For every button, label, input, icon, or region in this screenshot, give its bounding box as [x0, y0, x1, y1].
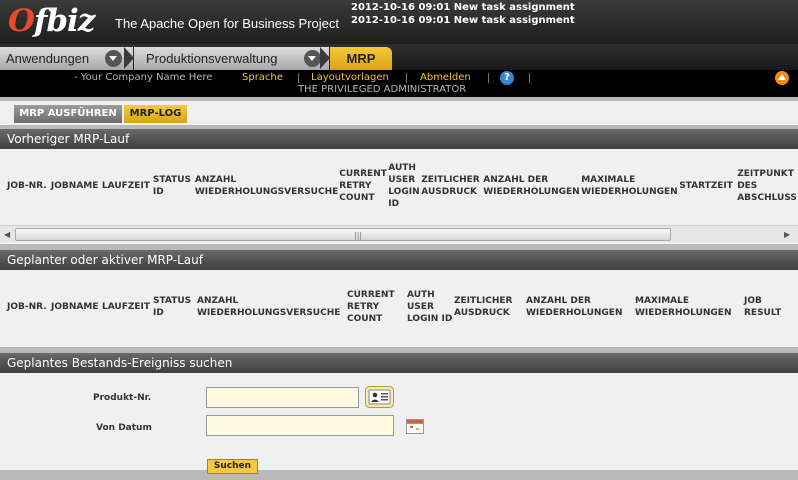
search-button[interactable]: Suchen — [207, 459, 258, 474]
column-header: MAXIMALE WIEDERHOLUNGEN — [581, 175, 678, 197]
column-header: CURRENT RETRY COUNT — [347, 290, 395, 324]
company-name: - Your Company Name Here — [74, 72, 213, 83]
column-header: LAUFZEIT — [102, 302, 151, 312]
calendar-icon[interactable] — [405, 417, 425, 438]
column-header: MAXIMALE WIEDERHOLUNGEN — [635, 296, 732, 318]
column-header: JOB-NR. — [7, 181, 47, 191]
screenlet-title: Geplantes Bestands-Ereigniss suchen — [0, 353, 798, 373]
from-date-input[interactable] — [206, 415, 394, 436]
table-header-row: JOB-NR. JOBNAME LAUFZEIT STATUS ID ANZAH… — [7, 155, 798, 217]
column-header: JOB RESULT — [744, 296, 782, 318]
user-bar: - Your Company Name Here Sprache Layoutv… — [0, 70, 798, 97]
column-header: AUTH USER LOGIN ID — [407, 290, 453, 324]
product-lookup-icon[interactable] — [365, 386, 394, 411]
scroll-left-icon[interactable]: ◀ — [4, 230, 10, 239]
layout-link[interactable]: Layoutvorlagen — [311, 71, 389, 84]
divider — [529, 73, 530, 83]
main-content: MRP AUSFÜHREN MRP-LOG Vorheriger MRP-Lau… — [0, 97, 798, 480]
help-icon[interactable]: ? — [500, 71, 514, 85]
column-header: ZEITLICHER AUSDRUCK — [421, 175, 480, 197]
scheduled-mrp-table: JOB-NR. JOBNAME LAUFZEIT STATUS ID ANZAH… — [7, 276, 789, 338]
column-header: JOBNAME — [51, 302, 99, 312]
screenlet-body: JOB-NR. JOBNAME LAUFZEIT STATUS ID ANZAH… — [0, 270, 798, 347]
previous-mrp-table: JOB-NR. JOBNAME LAUFZEIT STATUS ID ANZAH… — [7, 155, 798, 217]
divider — [488, 73, 489, 83]
search-events-screenlet: Geplantes Bestands-Ereigniss suchen Prod… — [0, 353, 798, 474]
notification-item[interactable]: 2012-10-16 09:01 New task assignment — [351, 1, 575, 14]
column-header: ANZAHL WIEDERHOLUNGSVERSUCHE — [194, 175, 339, 197]
column-header: ANZAHL DER WIEDERHOLUNGEN — [526, 296, 623, 318]
divider — [406, 73, 407, 83]
tab-separator — [124, 47, 134, 69]
scroll-right-icon[interactable]: ▶ — [784, 230, 790, 239]
tab-production-label: Produktionsverwaltung — [146, 51, 278, 66]
screenlet-title: Vorheriger MRP-Lauf — [0, 129, 798, 149]
column-header: LAUFZEIT — [101, 181, 150, 191]
screenlet-body: JOB-NR. JOBNAME LAUFZEIT STATUS ID ANZAH… — [0, 149, 798, 244]
tab-separator — [320, 47, 330, 69]
notification-item[interactable]: 2012-10-16 09:01 New task assignment — [351, 14, 575, 27]
tab-mrp-log[interactable]: MRP-LOG — [124, 105, 187, 123]
scroll-up-icon[interactable] — [775, 71, 789, 85]
column-header: STARTZEIT — [679, 181, 733, 191]
column-header: JOBNAME — [50, 181, 99, 191]
app-header: Ofbiz The Apache Open for Business Proje… — [0, 0, 798, 44]
tagline: The Apache Open for Business Project — [115, 16, 340, 31]
scroll-thumb[interactable]: ||| — [15, 228, 671, 241]
chevron-down-icon[interactable] — [304, 50, 321, 67]
column-header: ZEITLICHER AUSDRUCK — [454, 296, 513, 318]
chevron-down-icon[interactable] — [105, 50, 122, 67]
language-link[interactable]: Sprache — [242, 71, 283, 84]
horizontal-scrollbar[interactable]: ◀ ||| ▶ — [0, 225, 798, 242]
grip-icon: ||| — [354, 231, 363, 240]
column-header: JOB-NR. — [7, 302, 47, 312]
column-header: STATUS ID — [153, 296, 192, 318]
column-header: ZEITPUNKT DES ABSCHLUSS — [737, 169, 797, 203]
scheduled-mrp-screenlet: Geplanter oder aktiver MRP-Lauf JOB-NR. … — [0, 250, 798, 347]
divider — [298, 73, 299, 83]
product-id-input[interactable] — [206, 387, 359, 408]
column-header: AUTH USER LOGIN ID — [388, 163, 420, 209]
previous-mrp-screenlet: Vorheriger MRP-Lauf JOB-NR. JOBNAME LAUF… — [0, 129, 798, 244]
product-label: Produkt-Nr. — [93, 393, 152, 403]
ofbiz-logo[interactable]: Ofbiz — [8, 3, 95, 39]
tab-run-mrp[interactable]: MRP AUSFÜHREN — [14, 105, 122, 123]
column-header: ANZAHL WIEDERHOLUNGSVERSUCHE — [197, 296, 341, 318]
date-label: Von Datum — [96, 423, 152, 433]
app-tab-bar: Anwendungen Produktionsverwaltung MRP — [0, 44, 798, 70]
column-header: ANZAHL DER WIEDERHOLUNGEN — [483, 175, 580, 197]
column-header: CURRENT RETRY COUNT — [339, 169, 387, 203]
tab-production[interactable]: Produktionsverwaltung — [134, 47, 329, 70]
screenlet-title: Geplanter oder aktiver MRP-Lauf — [0, 250, 798, 270]
logged-in-user: THE PRIVILEGED ADMINISTRATOR — [298, 84, 467, 95]
search-form: Produkt-Nr. Von Datum Suchen — [0, 373, 798, 474]
tab-applications[interactable]: Anwendungen — [0, 47, 133, 70]
tab-mrp[interactable]: MRP — [330, 47, 392, 70]
logout-link[interactable]: Abmelden — [420, 71, 471, 84]
notification-area: 2012-10-16 09:01 New task assignment 201… — [351, 1, 575, 27]
table-header-row: JOB-NR. JOBNAME LAUFZEIT STATUS ID ANZAH… — [7, 276, 789, 338]
column-header: STATUS ID — [152, 175, 192, 197]
tab-applications-label: Anwendungen — [6, 51, 90, 66]
